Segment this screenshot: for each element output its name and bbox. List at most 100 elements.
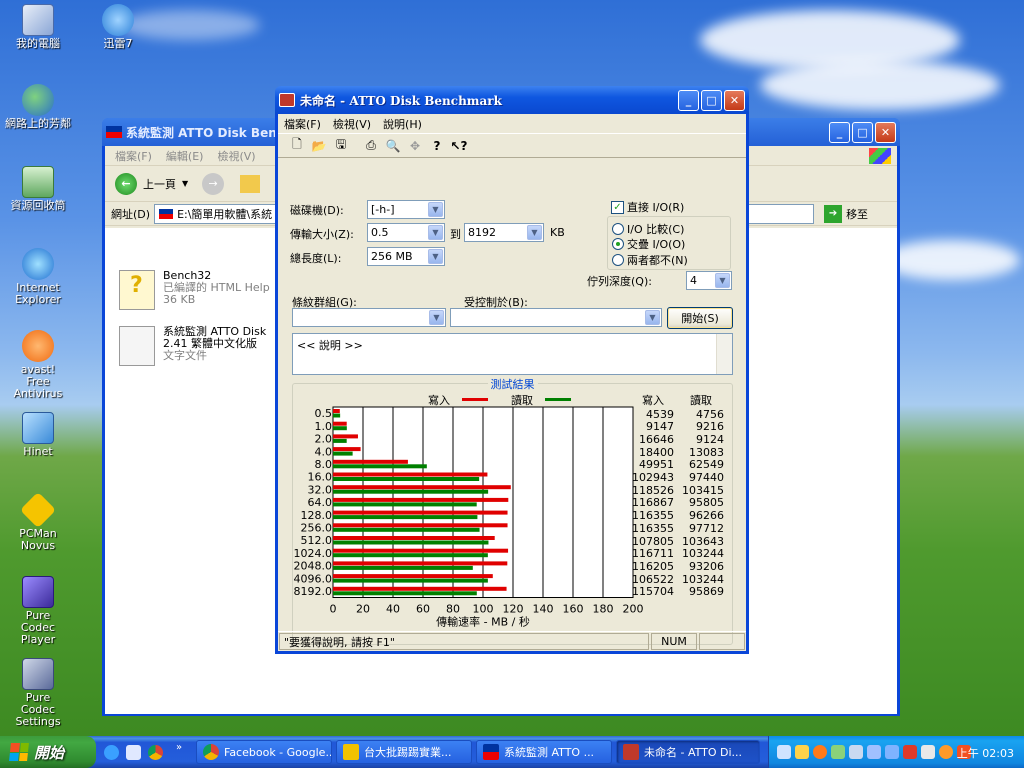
power-tray-icon[interactable] [939,745,953,759]
chevron-down-icon[interactable]: ▼ [715,273,730,288]
chevron-down-icon[interactable]: ▼ [428,225,443,240]
radio-overlapped-io[interactable]: 交疊 I/O(O) [612,236,685,252]
windows-logo-icon [869,147,891,164]
desktop-icon-hinet[interactable]: Hinet [0,412,76,458]
clock: 上午 02:03 [956,747,1014,760]
minimize-button[interactable]: _ [829,121,850,143]
print-icon[interactable]: ⎙ [362,137,380,155]
transfer-from-select[interactable]: 0.5 ▼ [367,223,445,242]
write-bar [333,421,347,426]
quicklaunch-chrome-icon[interactable] [148,745,163,760]
maximize-button[interactable]: □ [701,89,722,111]
shield-tray-icon[interactable] [885,745,899,759]
save-icon[interactable]: 🖫 [332,137,350,155]
atto-toolbar: 🗋 📂 🖫 ⎙ 🔍 ✥ ? ↖? [278,134,746,158]
antivirus-tray-icon[interactable] [813,745,827,759]
description-memo[interactable]: << 說明 >> [292,333,733,375]
context-help-icon[interactable]: ↖? [450,137,468,155]
desktop-icon-thunder[interactable]: 迅雷7 [80,4,156,50]
queue-depth-select[interactable]: 4 ▼ [686,271,732,290]
desktop-icon-recycle-bin[interactable]: 資源回收筒 [0,166,76,212]
back-label[interactable]: 上一頁 [143,176,176,192]
taskbar-button-atto[interactable]: 未命名 - ATTO Di... [616,740,760,764]
new-file-icon[interactable]: 🗋 [288,137,306,155]
file-type: 文字文件 [163,349,207,362]
x-tick-label: 180 [593,603,614,616]
menu-file[interactable]: 檔案(F) [115,148,152,164]
open-folder-icon[interactable]: 📂 [310,137,328,155]
y-tick-label: 1024.0 [294,547,333,560]
write-value: 4539 [646,407,674,421]
taskbar-button-explorer[interactable]: 系統監測 ATTO ... [476,740,612,764]
close-button[interactable]: ✕ [724,89,745,111]
address-label: 網址(D) [111,207,151,221]
stop-tray-icon[interactable] [903,745,917,759]
menu-help[interactable]: 說明(H) [383,116,422,132]
menu-view[interactable]: 檢視(V) [217,148,255,164]
help-file-icon: ? [119,270,155,310]
taskbar-button-facebook[interactable]: Facebook - Google... [196,740,332,764]
update-tray-icon[interactable] [831,745,845,759]
menu-file[interactable]: 檔案(F) [284,116,321,132]
transfer-from-value: 0.5 [371,226,389,239]
start-button[interactable]: 開始(S) [667,307,733,329]
scrollbar[interactable] [716,334,732,374]
move-icon[interactable]: ✥ [406,137,424,155]
go-arrow-icon[interactable]: ➔ [824,204,843,223]
read-bar [333,438,347,443]
display-tray-icon[interactable] [867,745,881,759]
desktop-icon-label: Internet Explorer [15,281,61,306]
chevron-down-icon[interactable]: ▼ [428,202,443,217]
radio-neither[interactable]: 兩者都不(N) [612,252,688,268]
windows-logo-icon [9,743,29,761]
maximize-button[interactable]: □ [852,121,873,143]
pattern-select[interactable]: ▼ [292,308,446,327]
taskbar-button-label: 系統監測 ATTO ... [504,746,595,759]
volume-tray-icon[interactable] [921,745,935,759]
up-folder-icon[interactable] [240,174,261,193]
controlled-by-select[interactable]: ▼ [450,308,662,327]
transfer-to-select[interactable]: 8192 ▼ [464,223,544,242]
quicklaunch-ie-icon[interactable] [104,745,119,760]
atto-app-icon [623,744,639,760]
go-button[interactable]: 移至 [846,206,868,222]
file-item[interactable]: 系統監測 ATTO Disk 2.41 繁體中文化版 文字文件 [119,326,266,366]
drive-select[interactable]: [-h-] ▼ [367,200,445,219]
chevron-down-icon[interactable]: ▼ [429,310,444,325]
start-button[interactable]: 開始 [0,736,96,768]
chevron-down-icon[interactable]: ▼ [428,249,443,264]
taskbar-button-ptt[interactable]: 台大批踢踢實業... [336,740,472,764]
direct-io-checkbox[interactable]: ✓ 直接 I/O(R) [611,199,684,215]
atto-window[interactable]: 未命名 - ATTO Disk Benchmark _ □ ✕ 檔案(F) 檢視… [275,86,749,654]
usb-tray-icon[interactable] [849,745,863,759]
chevron-down-icon[interactable]: ▼ [645,310,660,325]
desktop-icon-ie[interactable]: Internet Explorer [0,248,76,306]
security-tray-icon[interactable] [795,745,809,759]
read-value: 93206 [689,559,724,573]
forward-arrow-icon[interactable]: → [202,172,225,195]
menu-edit[interactable]: 編輯(E) [166,148,204,164]
close-button[interactable]: ✕ [875,121,896,143]
read-value: 9216 [696,420,724,434]
atto-title-bar[interactable]: 未命名 - ATTO Disk Benchmark _ □ ✕ [275,86,749,114]
help-icon[interactable]: ? [428,137,446,155]
file-item[interactable]: ? Bench32 已編譯的 HTML Help 36 KB [119,270,270,310]
quicklaunch-app-icon[interactable] [126,745,141,760]
read-bar [333,426,347,431]
network-tray-icon[interactable] [777,745,791,759]
desktop-icon-settings[interactable]: Pure Codec Settings [0,658,76,728]
desktop-icon-avast[interactable]: avast! Free Antivirus [0,330,76,400]
desktop-icon-my-computer[interactable]: 我的電腦 [0,4,76,50]
minimize-button[interactable]: _ [678,89,699,111]
radio-io-compare[interactable]: I/O 比較(C) [612,221,684,237]
print-preview-icon[interactable]: 🔍 [384,137,402,155]
quicklaunch-expand-icon[interactable]: » [176,742,182,753]
desktop-icon-pcman[interactable]: PCMan Novus [0,491,76,552]
total-length-select[interactable]: 256 MB ▼ [367,247,445,266]
desktop-icon-player[interactable]: Pure Codec Player [0,576,76,646]
back-arrow-icon[interactable]: ← [115,172,137,195]
menu-view[interactable]: 檢視(V) [333,116,371,132]
chevron-down-icon[interactable]: ▼ [182,179,188,188]
chevron-down-icon[interactable]: ▼ [527,225,542,240]
desktop-icon-network[interactable]: 網路上的芳鄰 [0,84,76,130]
